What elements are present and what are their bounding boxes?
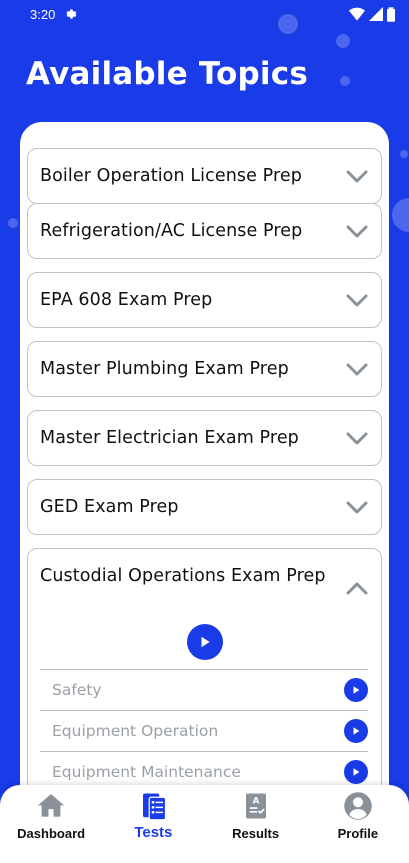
decorative-bubble: [336, 34, 350, 48]
topic-card-master-electrician[interactable]: Master Electrician Exam Prep: [27, 410, 382, 466]
chevron-down-icon[interactable]: [345, 164, 369, 188]
subtopic-list: Safety Equipment Operation Equipment Mai…: [40, 669, 368, 792]
subtopic-label: Equipment Operation: [52, 722, 219, 740]
nav-label: Dashboard: [17, 826, 86, 841]
decorative-bubble: [340, 76, 350, 86]
play-icon: [353, 686, 360, 694]
topic-card-custodial-operations[interactable]: Custodial Operations Exam Prep Safety Eq…: [27, 548, 382, 822]
nav-item-profile[interactable]: Profile: [313, 791, 403, 841]
subtopic-label: Safety: [52, 681, 102, 699]
chevron-down-icon[interactable]: [345, 357, 369, 381]
topic-label: Master Plumbing Exam Prep: [40, 359, 289, 379]
chevron-down-icon[interactable]: [345, 288, 369, 312]
cellular-signal-icon: [369, 7, 383, 21]
status-bar: 3:20: [0, 0, 409, 28]
decorative-bubble: [400, 150, 408, 158]
battery-icon: [387, 6, 395, 22]
topic-label: EPA 608 Exam Prep: [40, 290, 213, 310]
topic-label: Master Electrician Exam Prep: [40, 428, 299, 448]
topic-card-epa-608[interactable]: EPA 608 Exam Prep: [27, 272, 382, 328]
wifi-icon: [349, 7, 365, 21]
status-time: 3:20: [30, 6, 56, 22]
play-button[interactable]: [344, 760, 368, 784]
play-button[interactable]: [344, 678, 368, 702]
start-topic-play-button[interactable]: [187, 624, 223, 660]
decorative-bubble: [392, 198, 409, 232]
topic-card-boiler[interactable]: Boiler Operation License Prep: [27, 148, 382, 204]
nav-label: Results: [232, 826, 280, 841]
subtopic-label: Equipment Maintenance: [52, 763, 241, 781]
play-button[interactable]: [344, 719, 368, 743]
play-icon: [353, 727, 360, 735]
svg-text:A: A: [252, 797, 259, 807]
play-icon: [201, 636, 210, 648]
play-icon: [353, 768, 360, 776]
subtopic-item-safety[interactable]: Safety: [40, 669, 368, 710]
topics-panel[interactable]: Boiler Operation License Prep Refrigerat…: [20, 122, 389, 822]
chevron-down-icon[interactable]: [345, 426, 369, 450]
chevron-down-icon[interactable]: [345, 495, 369, 519]
bottom-navigation: Dashboard Tests A Results Profile: [0, 785, 409, 863]
topic-label: GED Exam Prep: [40, 497, 179, 517]
home-icon: [38, 794, 65, 817]
topic-card-refrigeration[interactable]: Refrigeration/AC License Prep: [27, 203, 382, 259]
page-title: Available Topics: [26, 56, 308, 92]
decorative-bubble: [8, 218, 18, 228]
nav-label: Profile: [337, 826, 379, 841]
topic-card-ged[interactable]: GED Exam Prep: [27, 479, 382, 535]
profile-icon: [344, 792, 372, 820]
results-icon: A: [245, 793, 266, 819]
settings-gear-icon: [66, 9, 77, 19]
topic-card-master-plumbing[interactable]: Master Plumbing Exam Prep: [27, 341, 382, 397]
chevron-up-icon[interactable]: [345, 577, 369, 601]
nav-item-results[interactable]: A Results: [211, 791, 301, 841]
decorative-bubble: [278, 14, 298, 34]
nav-label: Tests: [134, 824, 173, 841]
tests-icon: [143, 793, 167, 821]
nav-item-dashboard[interactable]: Dashboard: [6, 791, 96, 841]
chevron-down-icon[interactable]: [345, 219, 369, 243]
topic-label: Refrigeration/AC License Prep: [40, 221, 303, 241]
topic-label: Custodial Operations Exam Prep: [40, 566, 326, 586]
topic-label: Boiler Operation License Prep: [40, 166, 302, 186]
nav-item-tests[interactable]: Tests: [108, 791, 198, 841]
subtopic-item-equipment-operation[interactable]: Equipment Operation: [40, 710, 368, 751]
